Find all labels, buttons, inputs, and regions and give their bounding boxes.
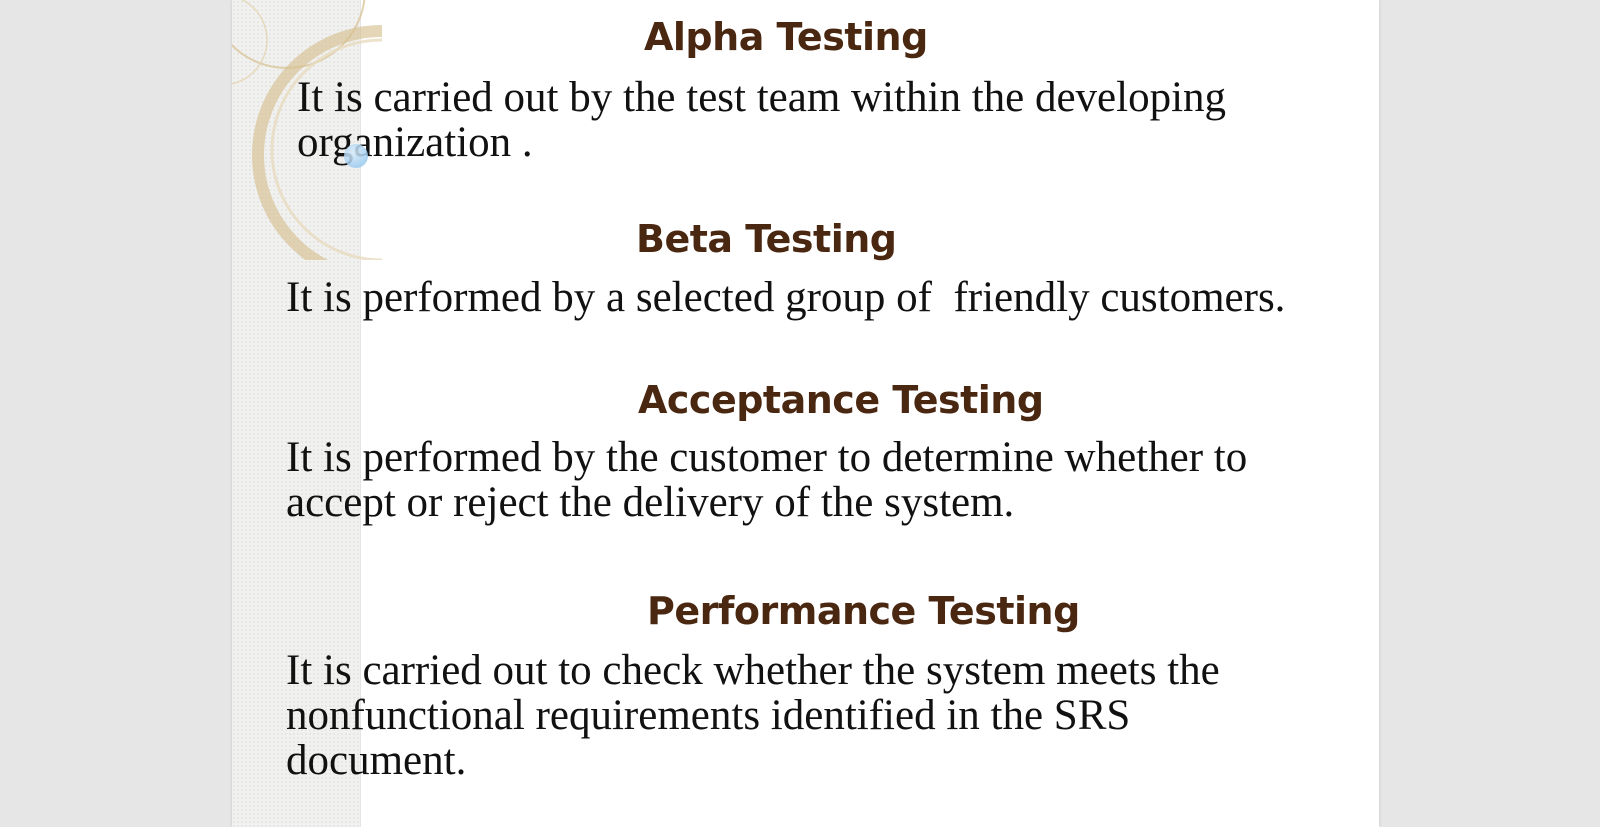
- pointer-cursor-icon: [344, 144, 368, 168]
- heading-alpha-testing: Alpha Testing: [644, 15, 928, 59]
- heading-performance-testing: Performance Testing: [647, 589, 1080, 633]
- text-performance-testing: It is carried out to check whether the s…: [286, 647, 1220, 784]
- slide: Alpha Testing It is carried out by the t…: [232, 0, 1379, 827]
- text-alpha-testing: It is carried out by the test team withi…: [297, 74, 1227, 166]
- text-beta-testing: It is performed by a selected group of f…: [286, 274, 1286, 321]
- heading-beta-testing: Beta Testing: [636, 217, 897, 261]
- slide-viewer: Alpha Testing It is carried out by the t…: [0, 0, 1600, 827]
- text-acceptance-testing: It is performed by the customer to deter…: [286, 434, 1248, 526]
- heading-acceptance-testing: Acceptance Testing: [638, 378, 1044, 422]
